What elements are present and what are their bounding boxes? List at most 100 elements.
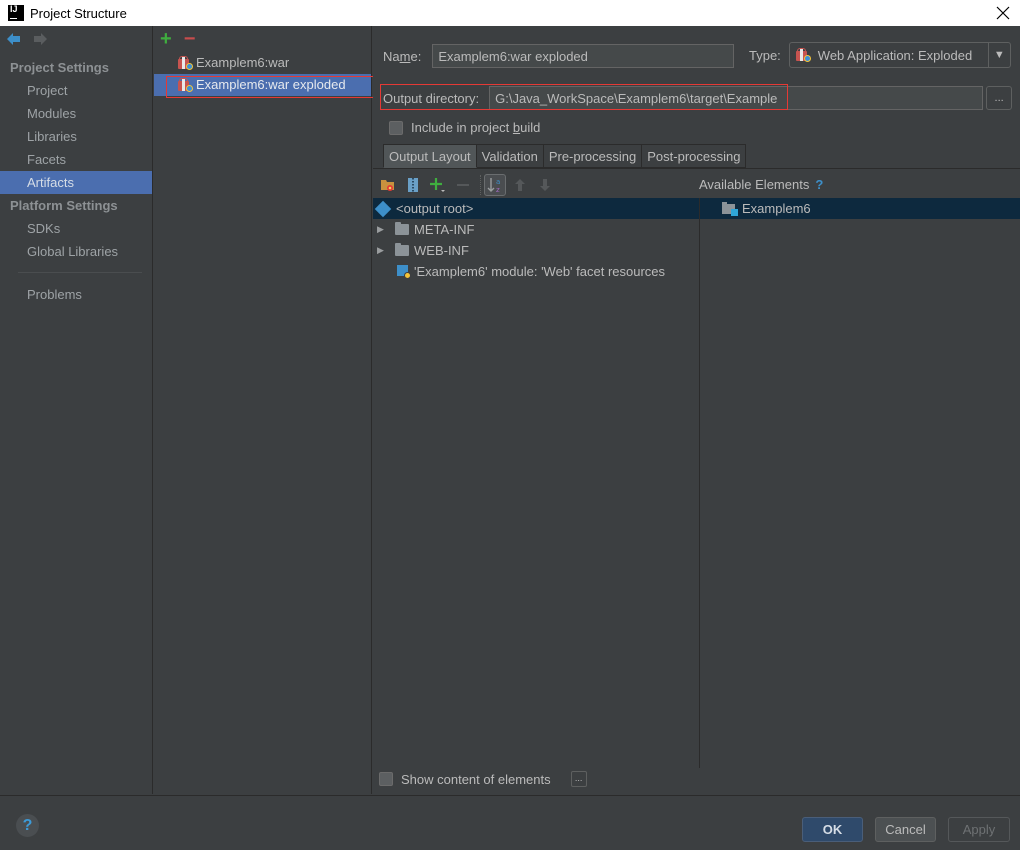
cancel-button[interactable]: Cancel xyxy=(875,817,936,842)
remove-element-button[interactable] xyxy=(452,174,474,196)
nav-arrows xyxy=(0,26,152,56)
tree-row-web-inf[interactable]: ▶ WEB-INF xyxy=(373,240,699,261)
help-icon: ? xyxy=(22,817,33,834)
expand-triangle-icon[interactable]: ▶ xyxy=(377,224,387,235)
remove-artifact-button[interactable]: − xyxy=(183,28,196,50)
artifact-label: Examplem6:war xyxy=(196,55,290,70)
sidebar-item-artifacts[interactable]: Artifacts xyxy=(0,171,152,194)
folder-icon xyxy=(395,222,409,235)
artifact-settings-panel: Name: Type: Web Application: Exploded ▼ … xyxy=(373,26,1020,794)
available-elements-header: Available Elements? xyxy=(699,177,823,192)
move-up-button[interactable] xyxy=(509,174,531,196)
include-build-row: Include in project build xyxy=(389,120,540,135)
sidebar-item-modules[interactable]: Modules xyxy=(0,102,152,125)
artifact-label: Examplem6:war exploded xyxy=(196,77,346,92)
sort-elements-toggle[interactable]: az xyxy=(484,174,506,196)
add-artifact-button[interactable]: + xyxy=(160,28,172,50)
tree-row-label: META-INF xyxy=(414,222,475,237)
tab-post-processing[interactable]: Post-processing xyxy=(642,144,747,168)
help-icon[interactable]: ? xyxy=(815,177,823,192)
tab-pre-processing[interactable]: Pre-processing xyxy=(543,144,643,168)
sidebar-item-global-libraries[interactable]: Global Libraries xyxy=(0,240,152,263)
show-content-row: Show content of elements ... xyxy=(379,771,587,787)
type-label: Type: xyxy=(749,47,781,63)
module-icon xyxy=(722,201,738,216)
name-label: Name: xyxy=(383,48,422,64)
arrow-down-icon xyxy=(540,179,550,191)
sidebar-item-problems[interactable]: Problems xyxy=(0,283,152,306)
war-artifact-icon xyxy=(178,56,193,70)
apply-button[interactable]: Apply xyxy=(948,817,1010,842)
close-icon xyxy=(996,6,1010,20)
add-archive-button[interactable] xyxy=(402,174,424,196)
ok-button[interactable]: OK xyxy=(802,817,863,842)
include-in-build-checkbox[interactable] xyxy=(389,120,403,135)
web-facet-icon xyxy=(397,264,411,279)
show-content-label: Show content of elements xyxy=(401,771,551,787)
sidebar-item-libraries[interactable]: Libraries xyxy=(0,125,152,148)
svg-text:a: a xyxy=(496,178,500,186)
output-root-icon xyxy=(374,200,392,217)
back-arrow-icon[interactable] xyxy=(6,32,22,50)
folder-icon xyxy=(395,243,409,256)
chevron-down-icon: ▼ xyxy=(987,43,1010,67)
artifacts-list-panel: + − Examplem6:war Examplem6:war exploded xyxy=(154,26,372,794)
minus-icon xyxy=(457,184,469,186)
artifacts-toolbar: + − xyxy=(154,26,371,52)
tab-output-layout[interactable]: Output Layout xyxy=(383,144,477,168)
svg-text:z: z xyxy=(496,186,500,194)
available-elements-label: Available Elements xyxy=(699,177,810,192)
settings-sidebar: Project Settings Project Modules Librari… xyxy=(0,26,153,794)
tree-row-label: WEB-INF xyxy=(414,243,469,258)
tree-row-label: <output root> xyxy=(396,201,474,216)
show-content-checkbox[interactable] xyxy=(379,772,393,786)
tree-row-web-facet-resources[interactable]: 'Examplem6' module: 'Web' facet resource… xyxy=(373,261,699,282)
sidebar-divider xyxy=(18,272,142,273)
close-window-button[interactable] xyxy=(992,2,1014,24)
forward-arrow-icon[interactable] xyxy=(32,32,48,50)
sort-alpha-icon: az xyxy=(487,178,500,194)
type-value: Web Application: Exploded xyxy=(817,47,973,63)
war-exploded-artifact-icon xyxy=(178,78,193,92)
tab-validation[interactable]: Validation xyxy=(476,144,544,168)
expand-triangle-icon[interactable]: ▶ xyxy=(377,245,387,256)
minus-icon: − xyxy=(183,28,196,50)
sidebar-item-facets[interactable]: Facets xyxy=(0,148,152,171)
artifact-item-war-exploded[interactable]: Examplem6:war exploded xyxy=(154,74,371,96)
artifact-tabs: Output Layout Validation Pre-processing … xyxy=(383,144,747,168)
output-dir-input[interactable] xyxy=(489,86,984,110)
tree-row-label: 'Examplem6' module: 'Web' facet resource… xyxy=(414,264,666,279)
create-directory-button[interactable] xyxy=(377,174,399,196)
toolbar-separator xyxy=(480,175,481,195)
intellij-app-icon: IJ xyxy=(8,5,24,21)
new-folder-icon xyxy=(381,180,394,191)
help-button[interactable]: ? xyxy=(16,814,39,837)
artifact-item-war[interactable]: Examplem6:war xyxy=(154,52,371,74)
sidebar-item-sdks[interactable]: SDKs xyxy=(0,217,152,240)
title-bar: IJ Project Structure xyxy=(0,0,1020,26)
available-element-module[interactable]: Examplem6 xyxy=(700,198,1020,219)
output-dir-row: Output directory: ... xyxy=(383,86,1013,110)
web-app-type-icon xyxy=(795,48,811,62)
type-dropdown[interactable]: Web Application: Exploded ▼ xyxy=(788,42,1011,68)
move-down-button[interactable] xyxy=(534,174,556,196)
plus-icon: + xyxy=(160,28,172,50)
platform-settings-header: Platform Settings xyxy=(10,198,118,213)
name-row: Name: xyxy=(383,44,735,68)
add-element-button[interactable] xyxy=(427,174,449,196)
window-title: Project Structure xyxy=(30,5,127,21)
arrow-up-icon xyxy=(515,179,525,191)
show-content-options-button[interactable]: ... xyxy=(570,771,587,787)
available-elements-tree: Examplem6 xyxy=(699,198,1020,768)
tabs-divider xyxy=(373,168,1020,169)
output-layout-tree: <output root> ▶ META-INF ▶ WEB-INF 'Exam… xyxy=(373,198,699,768)
tree-row-output-root[interactable]: <output root> xyxy=(373,198,699,219)
output-dir-label: Output directory: xyxy=(383,90,480,106)
browse-output-dir-button[interactable]: ... xyxy=(986,86,1013,110)
include-in-build-label: Include in project build xyxy=(411,120,541,135)
name-input[interactable] xyxy=(432,44,735,68)
dialog-footer: ? OK Cancel Apply xyxy=(0,795,1020,850)
sidebar-item-project[interactable]: Project xyxy=(0,79,152,102)
archive-icon xyxy=(408,178,418,192)
tree-row-meta-inf[interactable]: ▶ META-INF xyxy=(373,219,699,240)
